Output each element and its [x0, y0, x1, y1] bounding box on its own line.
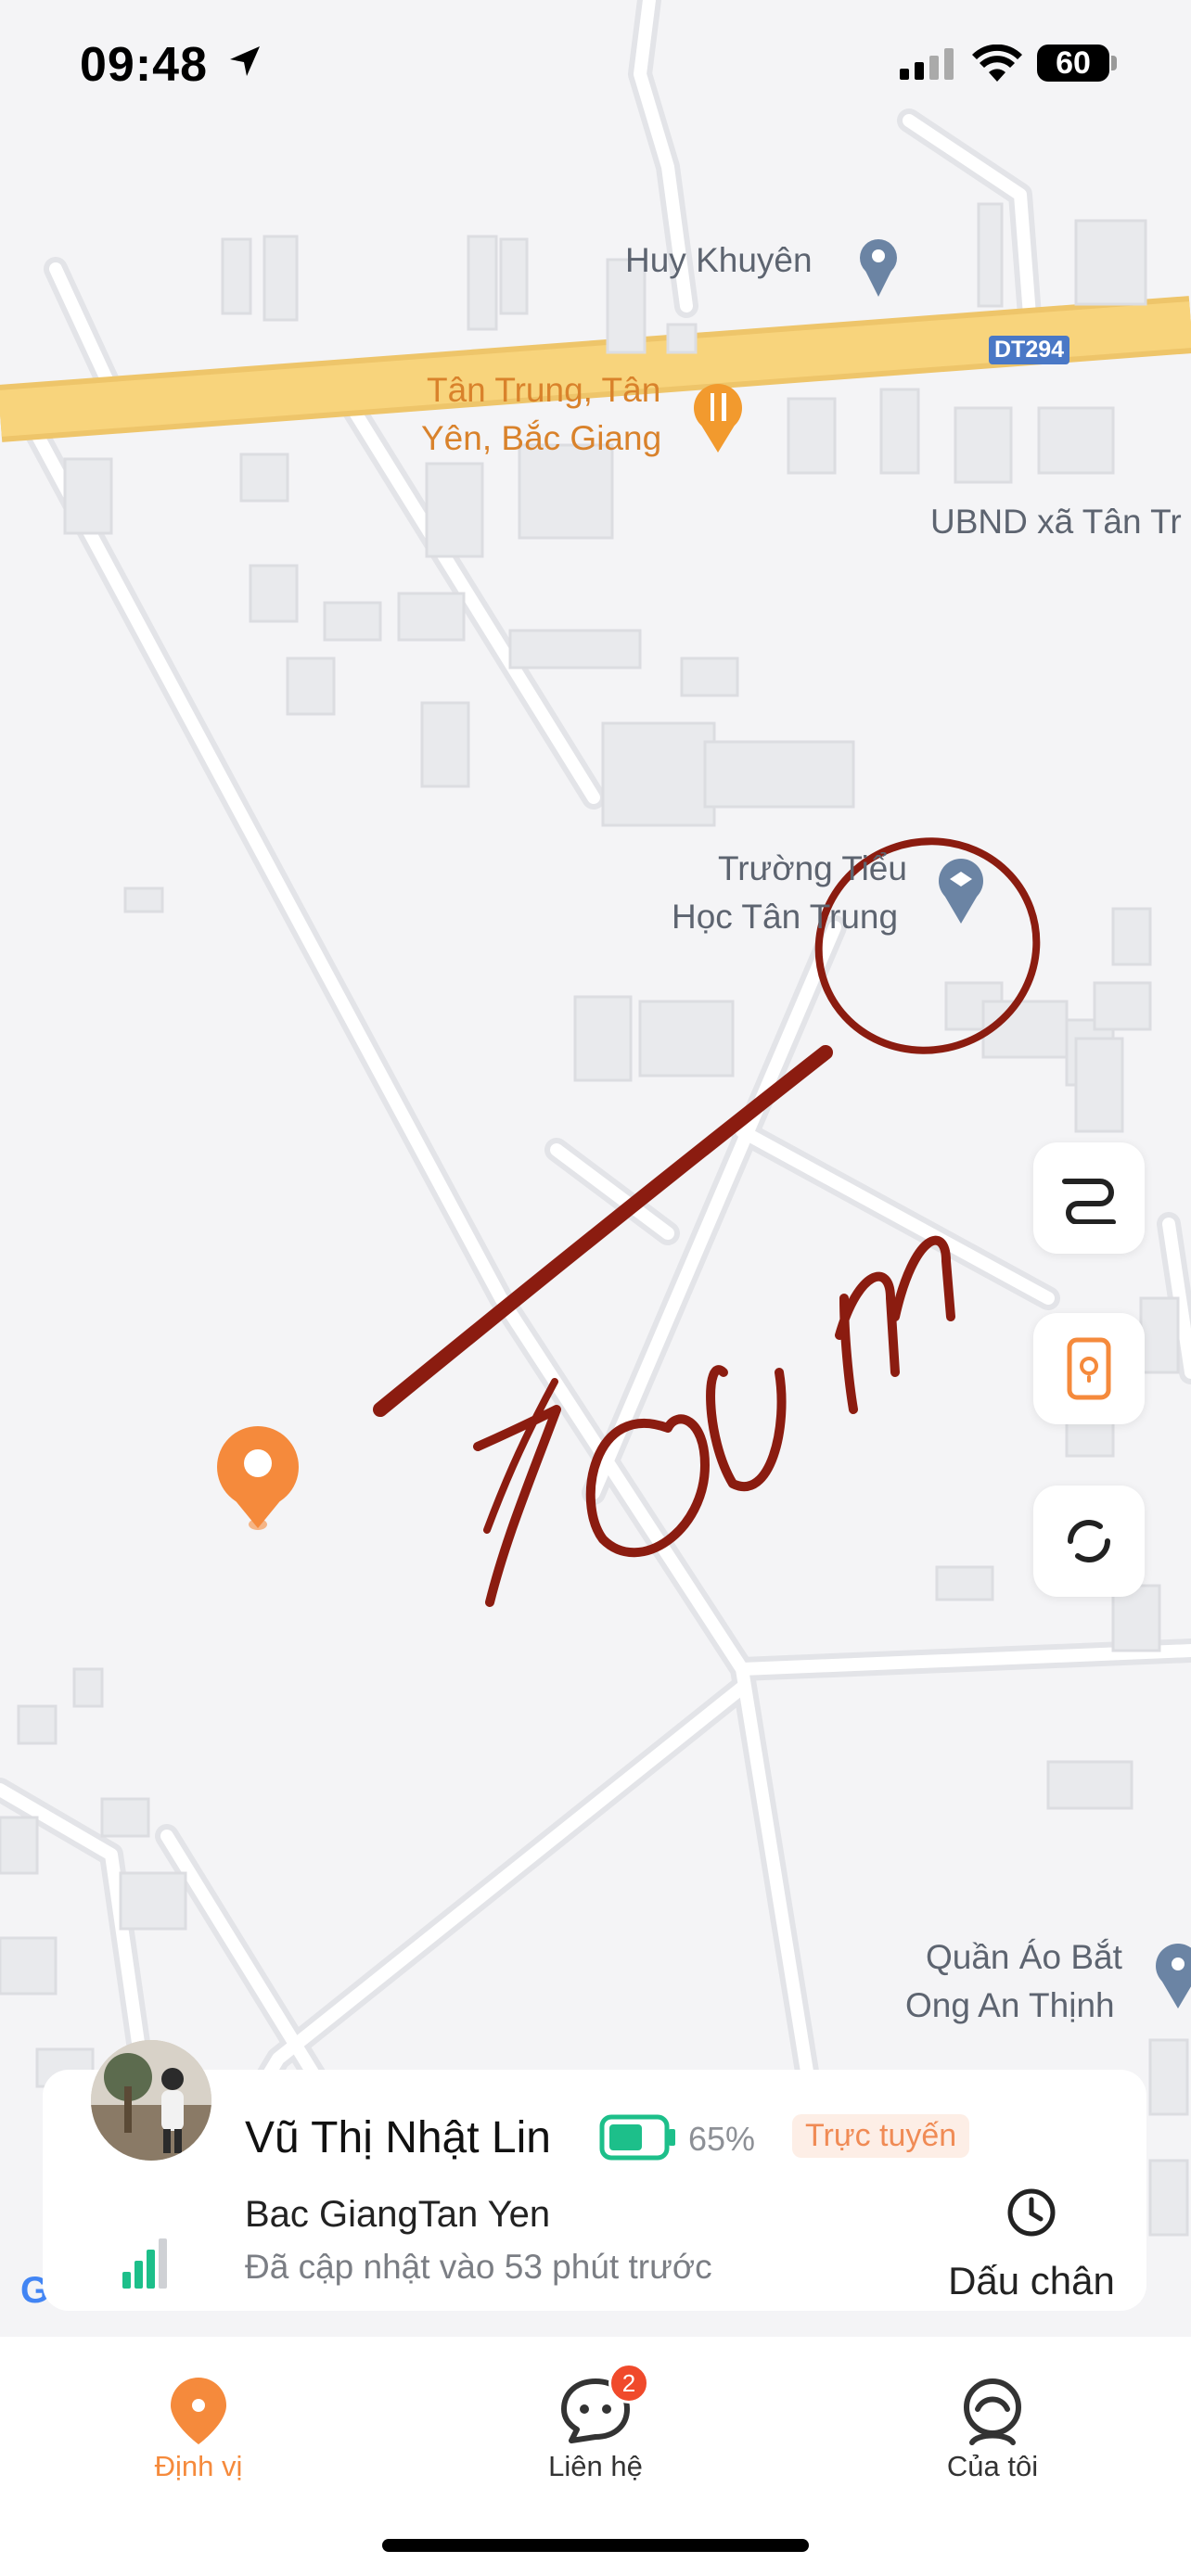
poi-label-huy-khuyen[interactable]: Huy Khuyên: [625, 237, 813, 284]
tab-profile-label: Của tôi: [946, 2450, 1039, 2482]
poi-label-ubnd[interactable]: UBND xã Tân Tr: [930, 499, 1182, 545]
footprint-history-button[interactable]: Dấu chân: [939, 2181, 1124, 2302]
road-shield: DT294: [989, 336, 1070, 364]
route-button[interactable]: [1033, 1142, 1145, 1254]
tab-contacts-label: Liên hệ: [548, 2450, 643, 2482]
person-name: Vũ Thị Nhật Lin: [245, 2113, 551, 2162]
poi-label-shop-line1[interactable]: Quần Áo Bắt: [926, 1934, 1122, 1981]
cellular-signal-icon: [900, 48, 954, 80]
poi-label-tan-trung-line2[interactable]: Yên, Bắc Giang: [421, 415, 661, 462]
poi-label-school-line1[interactable]: Trường Tiểu: [718, 846, 907, 892]
profile-face-icon: [964, 2378, 1021, 2445]
phone-locate-icon: [1067, 1337, 1111, 1400]
home-indicator[interactable]: [382, 2539, 809, 2552]
network-signal-icon: [122, 2238, 167, 2289]
tab-locate[interactable]: Định vị: [96, 2359, 301, 2498]
poi-label-tan-trung-line1[interactable]: Tân Trung, Tân: [427, 367, 660, 414]
battery-indicator: 60: [1037, 45, 1109, 82]
tab-locate-label: Định vị: [154, 2450, 243, 2482]
last-updated-text: Đã cập nhật vào 53 phút trước: [245, 2248, 712, 2286]
clock-icon: [1007, 2188, 1056, 2237]
tab-profile[interactable]: Của tôi: [890, 2359, 1095, 2498]
avatar[interactable]: [91, 2040, 211, 2161]
poi-label-shop-line2[interactable]: Ong An Thịnh: [905, 1983, 1115, 2029]
location-pin-icon: [171, 2378, 226, 2444]
status-time: 09:48: [80, 38, 208, 92]
location-arrow-icon: [230, 46, 260, 76]
refresh-button[interactable]: [1033, 1486, 1145, 1597]
wifi-icon: [972, 45, 1022, 82]
person-address: Bac GiangTan Yen: [245, 2194, 551, 2235]
poi-label-school-line2[interactable]: Học Tân Trung: [672, 894, 898, 940]
device-battery-icon: [599, 2114, 675, 2161]
phone-locate-button[interactable]: [1033, 1313, 1145, 1424]
tab-contacts[interactable]: 2 Liên hệ: [493, 2359, 698, 2498]
person-card[interactable]: Vũ Thị Nhật Lin 65% Trực tuyến Bac Giang…: [43, 2040, 1146, 2311]
footprint-label: Dấu chân: [948, 2259, 1115, 2302]
notification-badge: 2: [608, 2363, 649, 2404]
refresh-icon: [1068, 1520, 1110, 1562]
online-status-badge: Trực tuyến: [792, 2114, 970, 2158]
status-bar: 09:48 60: [0, 0, 1191, 130]
route-icon: [1062, 1179, 1116, 1224]
battery-cap: [1111, 56, 1117, 70]
device-battery-percent: 65%: [688, 2120, 756, 2158]
